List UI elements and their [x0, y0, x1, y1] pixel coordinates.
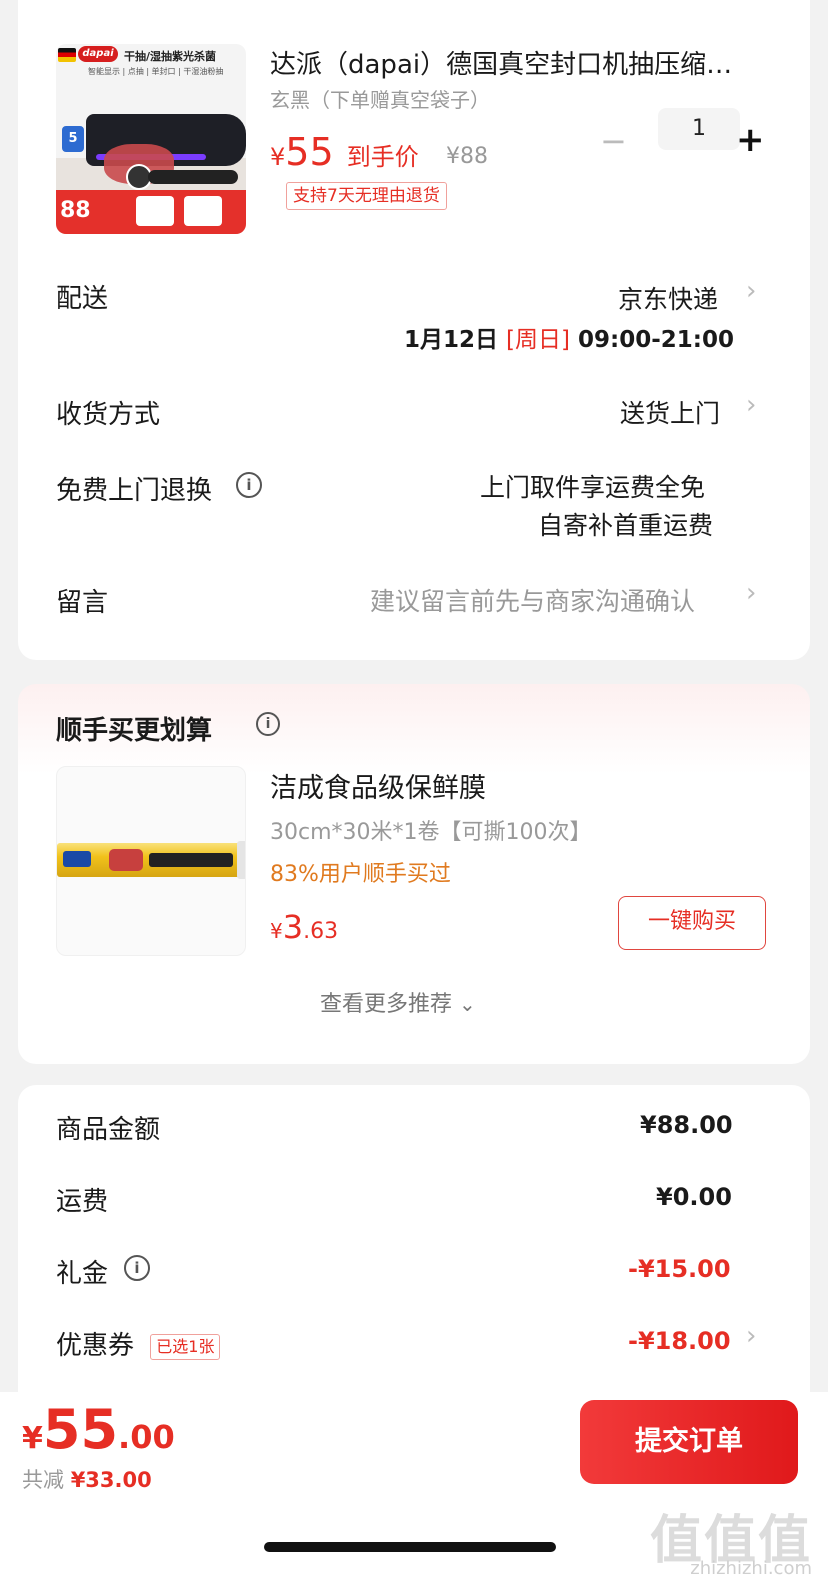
- coupon-selected-tag: 已选1张: [150, 1333, 221, 1360]
- warranty-badge: 5: [62, 126, 84, 152]
- addon-price-int: 3: [282, 908, 304, 946]
- message-label: 留言: [56, 588, 109, 618]
- coupon-value[interactable]: -¥18.00: [628, 1327, 731, 1355]
- total-saved: 共减 ¥33.00: [22, 1464, 152, 1494]
- goods-amount-label: 商品金额: [56, 1115, 161, 1145]
- bag-gift-icon: [184, 196, 222, 226]
- coupon-label[interactable]: 优惠券 已选1张: [56, 1325, 221, 1362]
- receive-method-value[interactable]: 送货上门: [620, 394, 720, 430]
- brand-label: [63, 851, 91, 867]
- roll-cap: [237, 841, 245, 879]
- gift-money-value: -¥15.00: [628, 1255, 731, 1283]
- delivery-label: 配送: [56, 284, 109, 314]
- addon-card: 顺手买更划算 i 洁成食品级保鲜膜 30cm*30米*1卷【可撕100次】 83…: [18, 684, 810, 1064]
- goods-amount-value: ¥88.00: [640, 1111, 733, 1139]
- delivery-chevron-icon[interactable]: ›: [746, 276, 756, 306]
- submit-order-button[interactable]: 提交订单: [580, 1400, 798, 1484]
- saved-label: 共减: [22, 1468, 64, 1492]
- saved-value: ¥33.00: [70, 1468, 152, 1492]
- price-summary-card: 商品金额 ¥88.00 运费 ¥0.00 礼金 i -¥15.00 优惠券 已选…: [18, 1085, 810, 1425]
- addon-info-icon[interactable]: i: [256, 712, 280, 736]
- quantity-increase-button[interactable]: +: [736, 120, 765, 160]
- free-return-line1: 上门取件享运费全免: [480, 473, 706, 502]
- total-price-int: 55: [42, 1398, 119, 1461]
- gift-info-icon[interactable]: i: [124, 1255, 150, 1281]
- product-card: dapai 干抽/湿抽紫光杀菌 智能显示 | 点抽 | 单封口 | 干湿油粉抽 …: [18, 0, 810, 660]
- home-indicator-area: 值值值 zhizhizhi.com: [0, 1511, 828, 1586]
- receive-method-label: 收货方式: [56, 400, 161, 430]
- total-price: ¥55.00: [22, 1398, 175, 1461]
- return-policy-tag: 支持7天无理由退货: [286, 182, 447, 210]
- see-more-label: 查看更多推荐: [320, 992, 453, 1017]
- original-price: ¥88: [446, 144, 488, 169]
- checkout-bar: ¥55.00 共减 ¥33.00 提交订单: [0, 1392, 828, 1512]
- free-return-label: 免费上门退换: [56, 476, 213, 506]
- quantity-input[interactable]: 1: [658, 108, 740, 150]
- currency-symbol: ¥: [22, 1421, 43, 1456]
- home-indicator[interactable]: [264, 1542, 556, 1552]
- addon-price: ¥3.63: [270, 908, 338, 946]
- quantity-decrease-button[interactable]: −: [600, 122, 627, 160]
- free-trial-banner: [148, 170, 238, 184]
- product-price: ¥55 到手价: [270, 130, 419, 174]
- one-click-buy-button[interactable]: 一键购买: [618, 896, 766, 950]
- delivery-carrier[interactable]: 京东快递: [618, 280, 718, 316]
- addon-item-spec: 30cm*30米*1卷【可撕100次】: [270, 820, 592, 845]
- info-icon[interactable]: i: [236, 472, 262, 498]
- product-variant[interactable]: 玄黑（下单赠真空袋子）: [270, 84, 490, 113]
- gift-box-icon: [136, 196, 174, 226]
- site-watermark-url: zhizhizhi.com: [690, 1558, 812, 1579]
- product-title[interactable]: 达派（dapai）德国真空封口机抽压缩…: [270, 44, 732, 81]
- chevron-down-icon: ⌄: [459, 992, 476, 1016]
- receive-chevron-icon[interactable]: ›: [746, 390, 756, 420]
- cling-wrap-image: [57, 841, 245, 879]
- coupon-label-text: 优惠券: [56, 1331, 135, 1361]
- addon-title: 顺手买更划算: [56, 716, 213, 746]
- delivery-time[interactable]: 1月12日 [周日] 09:00-21:00: [404, 320, 734, 354]
- delivery-window: 09:00-21:00: [578, 327, 734, 353]
- free-return-line2: 自寄补首重运费: [538, 511, 714, 540]
- addon-thumbnail[interactable]: [56, 766, 246, 956]
- shipping-label: 运费: [56, 1187, 109, 1217]
- see-more-recommendations[interactable]: 查看更多推荐 ⌄: [320, 986, 476, 1018]
- price-label: 到手价: [346, 143, 419, 171]
- thumb-headline: 干抽/湿抽紫光杀菌: [124, 50, 217, 63]
- addon-price-dec: .63: [303, 919, 339, 944]
- german-flag-icon: [58, 48, 76, 62]
- coupon-chevron-icon[interactable]: ›: [746, 1321, 756, 1351]
- pe-label: [149, 853, 233, 867]
- delivery-date: 1月12日: [404, 327, 499, 353]
- shipping-value: ¥0.00: [656, 1183, 732, 1211]
- addon-buyers-stat: 83%用户顺手买过: [270, 862, 451, 887]
- brand-logo: dapai: [78, 46, 118, 62]
- addon-item-name[interactable]: 洁成食品级保鲜膜: [270, 766, 486, 805]
- delivery-weekday: [周日]: [506, 327, 570, 353]
- currency-symbol: ¥: [270, 143, 286, 171]
- meat-image: [109, 849, 143, 871]
- message-chevron-icon[interactable]: ›: [746, 578, 756, 608]
- thumb-subline: 智能显示 | 点抽 | 单封口 | 干湿油粉抽: [88, 67, 224, 76]
- product-thumbnail[interactable]: dapai 干抽/湿抽紫光杀菌 智能显示 | 点抽 | 单封口 | 干湿油粉抽 …: [56, 44, 246, 234]
- gift-money-label: 礼金: [56, 1259, 109, 1289]
- total-price-dec: .00: [118, 1418, 175, 1456]
- promo-price: 88: [60, 198, 91, 223]
- currency-symbol: ¥: [270, 919, 283, 943]
- message-input[interactable]: 建议留言前先与商家沟通确认: [370, 582, 695, 618]
- promo-strip: 88: [56, 190, 246, 234]
- price-value: 55: [285, 130, 334, 174]
